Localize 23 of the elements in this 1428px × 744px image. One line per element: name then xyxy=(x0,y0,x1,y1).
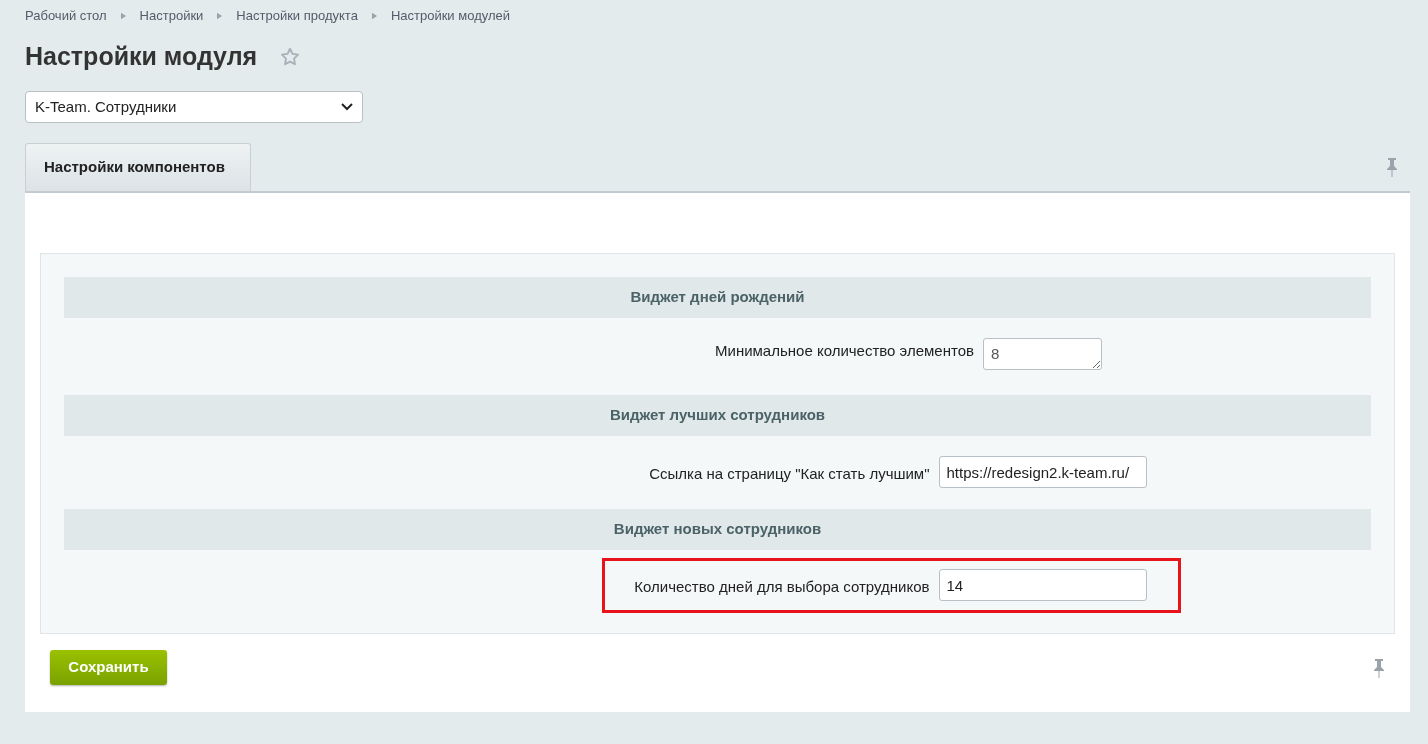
breadcrumb-link[interactable]: Настройки модулей xyxy=(390,6,510,26)
breadcrumb-link[interactable]: Рабочий стол xyxy=(25,6,107,26)
breadcrumb-link[interactable]: Настройки продукта xyxy=(236,6,358,26)
field-label: Ссылка на страницу "Как стать лучшим" xyxy=(649,465,930,482)
pin-icon[interactable] xyxy=(1373,657,1385,678)
input-field[interactable]: 14 xyxy=(938,569,1147,601)
field-label: Минимальное количество элементов xyxy=(715,342,974,359)
field-label: Количество дней для выбора сотрудников xyxy=(634,578,930,595)
section-header: Виджет новых сотрудников xyxy=(64,509,1371,550)
tab[interactable]: Настройки компонентов xyxy=(25,143,251,191)
star-icon[interactable] xyxy=(279,46,302,68)
pin-icon[interactable] xyxy=(1386,157,1398,177)
breadcrumb-arrow-icon xyxy=(217,12,223,20)
page-title: Настройки модуля xyxy=(25,41,258,73)
input-field[interactable]: https://redesign2.k-team.ru/ xyxy=(938,456,1147,488)
section-header: Виджет лучших сотрудников xyxy=(64,395,1371,436)
breadcrumb-link[interactable]: Настройки xyxy=(139,6,204,26)
chevron-down-icon xyxy=(341,103,353,111)
input-field[interactable]: 8 xyxy=(983,338,1102,370)
module-select[interactable]: K-Team. Сотрудники xyxy=(25,91,363,123)
section-header: Виджет дней рождений xyxy=(64,277,1371,318)
breadcrumb-arrow-icon xyxy=(120,12,126,20)
breadcrumb-arrow-icon xyxy=(371,12,377,20)
